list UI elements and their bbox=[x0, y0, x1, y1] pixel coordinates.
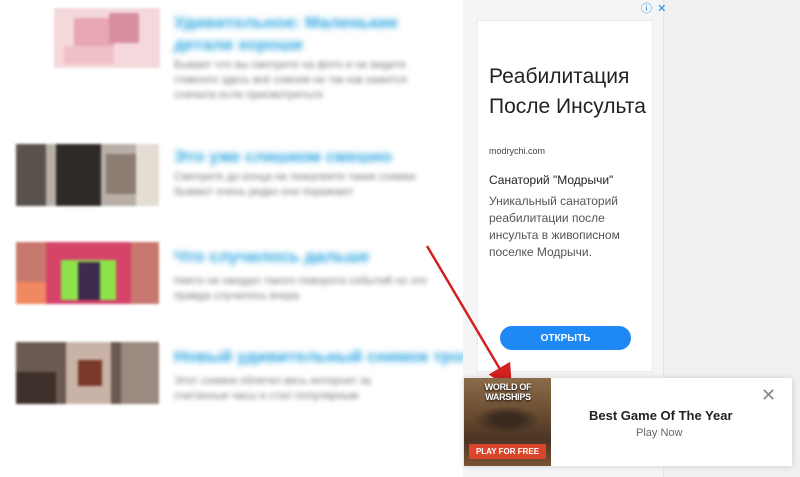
list-item[interactable]: Это уже слишком смешно Смотрите до конца… bbox=[0, 140, 463, 220]
game-ad-image[interactable]: WORLD OF WARSHIPS PLAY FOR FREE bbox=[464, 378, 551, 466]
article-snippet: Этот снимок облетел весь интернет за счи… bbox=[174, 375, 371, 402]
warship-image bbox=[474, 406, 540, 434]
article-thumbnail[interactable] bbox=[54, 8, 160, 68]
popup-title[interactable]: Best Game Of The Year bbox=[589, 408, 733, 423]
ad-title[interactable]: Реабилитация После Инсульта bbox=[489, 62, 649, 122]
article-snippet: Никто не ожидал такого поворота событий … bbox=[174, 275, 427, 302]
ad-advertiser-name: Санаторий "Модрычи" bbox=[489, 173, 614, 187]
ad-info-icon[interactable]: ⓘ bbox=[641, 3, 652, 15]
game-logo: WORLD OF WARSHIPS bbox=[484, 382, 532, 402]
ad-open-button[interactable]: ОТКРЫТЬ bbox=[500, 326, 631, 350]
article-snippet: Бывает что вы смотрите на фото и не види… bbox=[174, 59, 407, 101]
article-snippet: Смотрите до конца не пожалеете такие сни… bbox=[174, 171, 416, 198]
popup-subtitle[interactable]: Play Now bbox=[636, 427, 682, 439]
ad-description: Уникальный санаторий реабилитации после … bbox=[489, 194, 620, 259]
popup-close-icon[interactable]: ✕ bbox=[761, 386, 776, 404]
ad-domain: modrychi.com bbox=[489, 146, 546, 156]
ad-choices-controls[interactable]: ⓘ ✕ bbox=[641, 0, 666, 16]
play-for-free-button[interactable]: PLAY FOR FREE bbox=[469, 444, 546, 459]
ad-close-icon[interactable]: ✕ bbox=[657, 3, 666, 15]
article-headline[interactable]: Что случилось дальше bbox=[174, 246, 369, 268]
article-thumbnail[interactable] bbox=[16, 144, 159, 206]
list-item[interactable]: Что случилось дальше Никто не ожидал так… bbox=[0, 238, 463, 318]
article-thumbnail[interactable] bbox=[16, 342, 159, 404]
article-headline[interactable]: Удивительное: Маленькие детали хороши bbox=[174, 12, 418, 56]
list-item[interactable]: Новый удивительный снимок трогательный Э… bbox=[0, 338, 553, 418]
news-feed: Удивительное: Маленькие детали хороши Бы… bbox=[0, 0, 553, 477]
article-thumbnail[interactable] bbox=[16, 242, 159, 304]
article-headline[interactable]: Это уже слишком смешно bbox=[174, 146, 392, 168]
list-item[interactable]: Удивительное: Маленькие детали хороши Бы… bbox=[0, 0, 463, 101]
